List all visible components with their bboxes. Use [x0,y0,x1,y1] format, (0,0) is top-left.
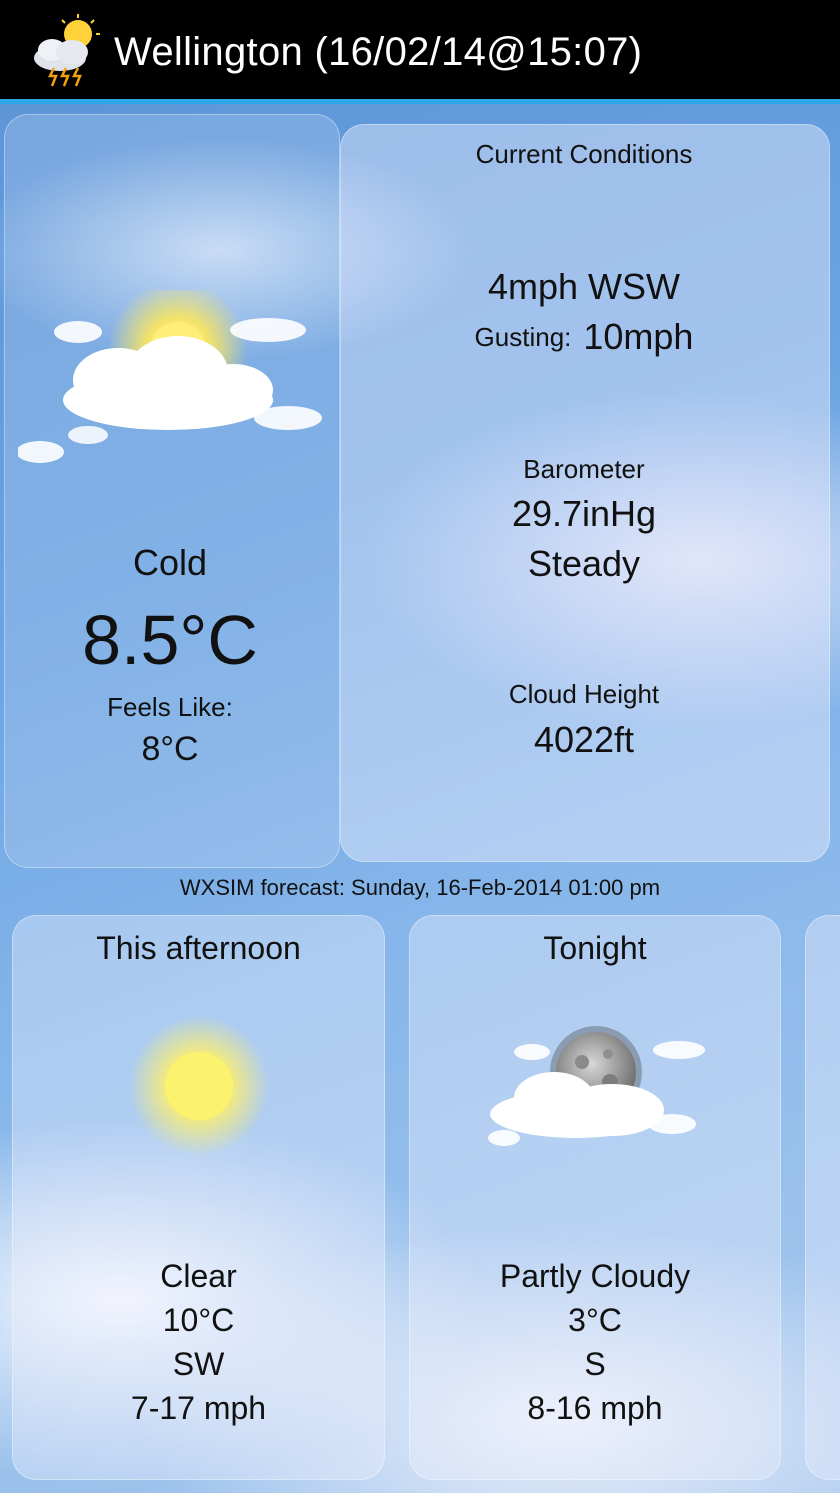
forecast-card-partial[interactable] [805,915,840,1480]
forecast-source-note: WXSIM forecast: Sunday, 16-Feb-2014 01:0… [179,875,661,900]
storm-cloud-sun-icon[interactable] [30,14,102,90]
cloud-height-value: 4022ft [533,719,635,760]
gusting-row: Gusting: 10mph [340,316,828,358]
partly-cloudy-sun-icon [18,290,322,463]
forecast-wind-direction: SW [172,1346,225,1382]
gusting-value: 10mph [583,316,694,357]
forecast-card[interactable]: This afternoon Clear 10°C SW 7-17 mph [12,915,385,1480]
forecast-temperature: 3°C [568,1302,622,1338]
gusting-label: Gusting: [474,321,572,352]
forecast-wind-speed: 8-16 mph [527,1390,663,1426]
forecast-wind-direction: S [584,1346,606,1382]
app-header: Wellington (16/02/14@15:07) [0,0,840,104]
forecast-condition: Partly Cloudy [499,1258,691,1294]
wind-value: 4mph WSW [487,266,681,307]
current-temperature: 8.5°C [82,601,258,679]
cloud-height-label: Cloud Height [508,679,660,709]
forecast-wind-speed: 7-17 mph [130,1390,267,1426]
barometer-label: Barometer [523,454,645,484]
barometer-trend: Steady [527,543,641,584]
current-condition: Cold [132,542,208,583]
feels-like-label: Feels Like: [107,692,233,722]
forecast-period: This afternoon [96,930,301,966]
forecast-temperature: 10°C [162,1302,235,1338]
page-title: Wellington (16/02/14@15:07) [114,30,643,74]
feels-like-value: 8°C [141,730,199,768]
forecast-period: Tonight [543,930,647,966]
barometer-value: 29.7inHg [511,493,657,534]
sun-icon [129,1016,269,1156]
forecast-card[interactable]: Tonight Partly Cloudy 3°C S 8-16 mph [409,915,781,1480]
conditions-heading: Current Conditions [475,139,693,169]
forecast-condition: Clear [160,1258,237,1294]
moon-cloud-icon [488,1026,705,1146]
